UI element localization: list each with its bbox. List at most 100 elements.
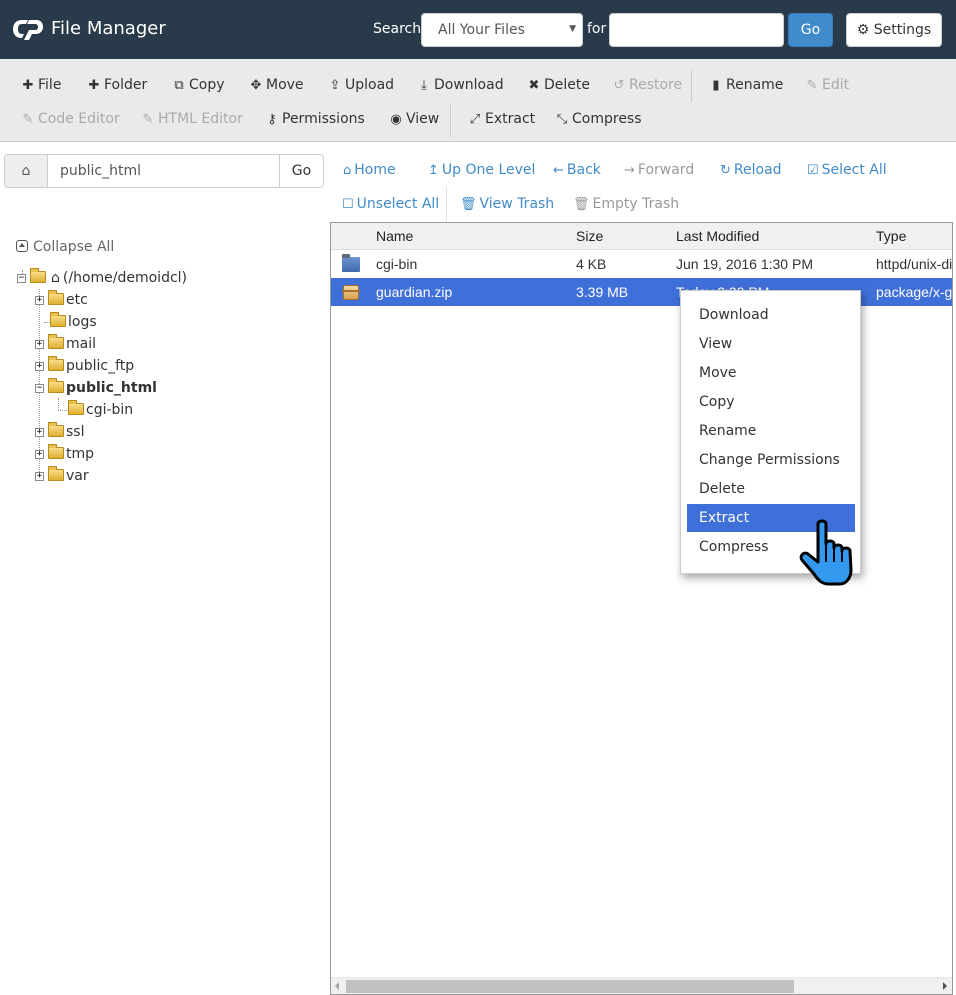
context-menu-copy[interactable]: Copy (687, 388, 855, 416)
path-go-button[interactable]: Go (279, 155, 323, 187)
toolbar-divider (691, 69, 692, 102)
scroll-right-arrow-icon[interactable] (943, 982, 947, 990)
context-menu-move[interactable]: Move (687, 359, 855, 387)
download-button[interactable]: ⤓ Download (417, 77, 503, 93)
edit-icon: ✎ (142, 112, 154, 127)
trash-icon: 🗑 (573, 197, 590, 212)
folder-open-icon (30, 268, 46, 283)
column-header-type[interactable]: Type (876, 223, 906, 250)
context-menu-view[interactable]: View (687, 330, 855, 358)
move-arrows-icon: ✥ (250, 78, 262, 93)
home-icon: ⌂ (343, 163, 352, 178)
folder-icon (48, 444, 64, 459)
folder-icon (48, 290, 64, 305)
search-input[interactable] (609, 13, 784, 47)
tree-node-var[interactable]: var (48, 466, 89, 486)
tree-expand-toggle[interactable]: + (35, 340, 44, 349)
context-menu-download[interactable]: Download (687, 301, 855, 329)
table-row[interactable]: cgi-bin 4 KB Jun 19, 2016 1:30 PM httpd/… (331, 250, 952, 278)
app-title: File Manager (51, 18, 166, 39)
column-header-last-modified[interactable]: Last Modified (676, 223, 759, 250)
settings-label: Settings (873, 22, 932, 38)
key-icon: ⚷ (267, 112, 277, 127)
file-size: 3.39 MB (576, 284, 629, 300)
header-bar: File Manager Search All Your Files ▼ for… (0, 0, 956, 59)
file-name: cgi-bin (376, 256, 418, 272)
table-header (331, 223, 952, 250)
html-editor-button[interactable]: ✎ HTML Editor (141, 111, 243, 127)
folder-open-icon (48, 378, 64, 393)
collapse-icon (16, 240, 28, 252)
extract-button[interactable]: ⤢ Extract (468, 111, 535, 127)
settings-button[interactable]: ⚙ Settings (846, 13, 942, 47)
copy-button[interactable]: ⧉ Copy (172, 77, 224, 93)
search-go-button[interactable]: Go (788, 13, 833, 47)
nav-forward-button[interactable]: → Forward (624, 162, 694, 178)
for-label: for (587, 21, 607, 37)
folder-icon (48, 356, 64, 371)
nav-reload-button[interactable]: ↻ Reload (720, 162, 782, 178)
nav-up-one-level-button[interactable]: ↥ Up One Level (428, 162, 535, 178)
rename-button[interactable]: ▮ Rename (709, 77, 783, 93)
arrow-left-icon: ← (553, 163, 564, 178)
tree-expand-toggle[interactable]: + (35, 428, 44, 437)
folder-icon (342, 254, 360, 272)
tree-node-ssl[interactable]: ssl (48, 422, 84, 442)
collapse-all-button[interactable]: Collapse All (16, 239, 114, 255)
new-folder-button[interactable]: ✚ Folder (87, 77, 148, 93)
tree-expand-toggle[interactable]: + (35, 296, 44, 305)
plus-icon: ✚ (22, 78, 34, 93)
folder-icon (50, 312, 66, 327)
nav-unselect-all-button[interactable]: ☐ Unselect All (342, 196, 439, 212)
compress-button[interactable]: ⤡ Compress (555, 111, 642, 127)
context-menu-change-permissions[interactable]: Change Permissions (687, 446, 855, 474)
context-menu-delete[interactable]: Delete (687, 475, 855, 503)
tree-node-mail[interactable]: mail (48, 334, 96, 354)
restore-button[interactable]: ↺ Restore (612, 77, 683, 93)
tree-node-public-ftp[interactable]: public_ftp (48, 356, 134, 376)
upload-icon: ⇪ (329, 78, 341, 93)
tree-expand-toggle[interactable]: + (35, 362, 44, 371)
search-scope-value: All Your Files (438, 22, 525, 38)
nav-back-button[interactable]: ← Back (553, 162, 601, 178)
edit-button[interactable]: ✎ Edit (805, 77, 850, 93)
tree-expand-toggle[interactable]: + (35, 472, 44, 481)
search-scope-select[interactable]: All Your Files ▼ (421, 13, 583, 47)
nav-view-trash-button[interactable]: 🗑 View Trash (460, 196, 554, 212)
tree-node-etc[interactable]: etc (48, 290, 88, 310)
context-menu-rename[interactable]: Rename (687, 417, 855, 445)
nav-home-button[interactable]: ⌂ Home (343, 162, 396, 178)
path-home-button[interactable]: ⌂ (5, 155, 48, 187)
folder-icon (48, 334, 64, 349)
tree-node-logs[interactable]: logs (50, 312, 97, 332)
permissions-button[interactable]: ⚷ Permissions (265, 111, 365, 127)
nav-select-all-button[interactable]: ☑ Select All (807, 162, 887, 178)
nav-empty-trash-button[interactable]: 🗑 Empty Trash (573, 196, 679, 212)
code-editor-button[interactable]: ✎ Code Editor (21, 111, 120, 127)
compress-icon: ⤡ (556, 112, 568, 127)
move-button[interactable]: ✥ Move (249, 77, 304, 93)
folder-icon (48, 422, 64, 437)
column-header-size[interactable]: Size (576, 223, 603, 250)
tree-node-tmp[interactable]: tmp (48, 444, 94, 464)
new-file-button[interactable]: ✚ File (21, 77, 62, 93)
x-icon: ✖ (528, 78, 540, 93)
tree-root[interactable]: ⌂ (/home/demoidcl) (30, 268, 187, 288)
trash-icon: 🗑 (460, 197, 477, 212)
tree-expand-toggle[interactable]: + (35, 450, 44, 459)
horizontal-scrollbar[interactable] (331, 977, 952, 994)
scrollbar-thumb[interactable] (346, 980, 794, 993)
file-size: 4 KB (576, 256, 607, 272)
nav-divider (446, 187, 447, 221)
column-header-name[interactable]: Name (376, 223, 413, 250)
tree-node-cgi-bin[interactable]: cgi-bin (68, 400, 133, 420)
path-input[interactable] (49, 155, 279, 187)
upload-button[interactable]: ⇪ Upload (328, 77, 395, 93)
tree-collapse-toggle[interactable]: − (35, 384, 44, 393)
download-icon: ⤓ (421, 78, 427, 93)
delete-button[interactable]: ✖ Delete (527, 77, 590, 93)
view-button[interactable]: ◉ View (389, 111, 439, 127)
scroll-left-arrow-icon[interactable] (335, 982, 339, 990)
tree-collapse-toggle[interactable]: − (17, 274, 26, 283)
tree-node-public-html[interactable]: public_html (48, 378, 157, 398)
